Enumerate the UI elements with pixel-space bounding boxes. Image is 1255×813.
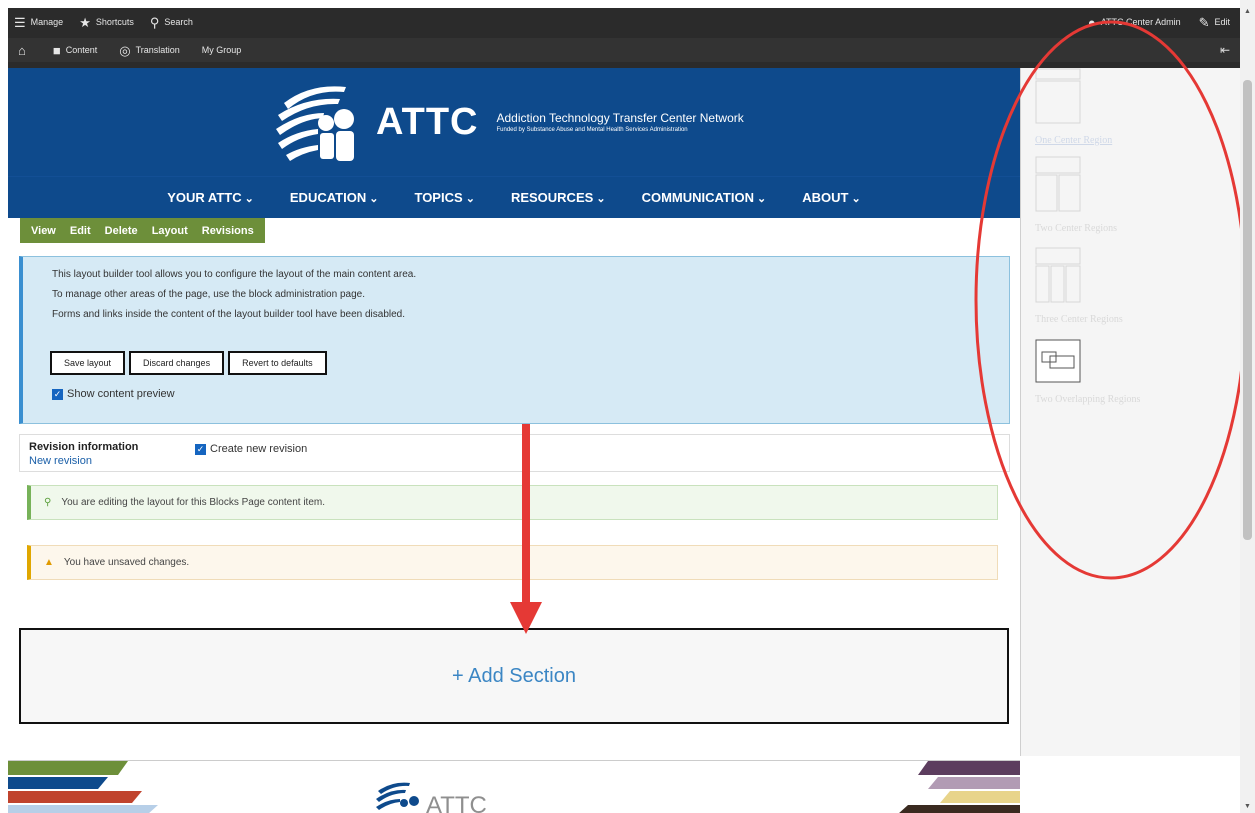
- info-line-2: To manage other areas of the page, use t…: [52, 289, 365, 300]
- toolbar-translation[interactable]: ◎ Translation: [119, 44, 180, 57]
- star-icon: ★: [79, 14, 91, 30]
- site-header: ATTC Addiction Technology Transfer Cente…: [8, 68, 1020, 218]
- revert-to-defaults-button[interactable]: Revert to defaults: [228, 351, 327, 375]
- toolbar-edit[interactable]: ✎ Edit: [1199, 16, 1230, 29]
- checkbox-checked-icon[interactable]: ✓: [195, 443, 206, 455]
- page-scrollbar[interactable]: ▲ ▼: [1240, 0, 1255, 813]
- toolbar-content[interactable]: ■ Content: [53, 44, 97, 57]
- info-line-3: Forms and links inside the content of th…: [52, 309, 405, 320]
- toolbar-search-label: Search: [164, 17, 193, 27]
- tab-edit[interactable]: Edit: [63, 218, 98, 243]
- site-footer: ATTC: [8, 760, 1020, 813]
- save-layout-button[interactable]: Save layout: [50, 351, 126, 375]
- layout-option-two-center[interactable]: Two Center Regions: [1035, 156, 1117, 234]
- tab-layout[interactable]: Layout: [145, 218, 195, 243]
- annotation-arrow: [510, 424, 542, 634]
- warning-icon: ▲: [44, 557, 54, 568]
- scroll-down-icon[interactable]: ▼: [1240, 799, 1255, 813]
- nav-topics[interactable]: TOPICS: [414, 190, 474, 205]
- pencil-icon: ✎: [1198, 14, 1210, 30]
- layout-option-one-center[interactable]: One Center Region: [1035, 68, 1112, 146]
- attc-logo-icon: [276, 86, 354, 161]
- scrollbar-thumb[interactable]: [1243, 80, 1252, 540]
- toolbar-user[interactable]: ● ATTC Center Admin: [1088, 16, 1181, 29]
- toolbar-tray: ⌂ ■ Content ◎ Translation My Group: [8, 38, 1240, 62]
- info-line-1: This layout builder tool allows you to c…: [52, 269, 417, 280]
- toolbar-top-row: ☰ Manage ★ Shortcuts ⚲ Search ● ATTC Cen…: [8, 8, 1240, 36]
- toolbar-translation-label: Translation: [135, 45, 180, 55]
- layout-option-two-overlapping[interactable]: Two Overlapping Regions: [1035, 339, 1140, 405]
- globe-icon: ◎: [119, 42, 131, 58]
- nav-education[interactable]: EDUCATION: [290, 190, 379, 205]
- status-message-text: You are editing the layout for this Bloc…: [61, 497, 326, 508]
- warning-message-text: You have unsaved changes.: [63, 557, 190, 568]
- toolbar-right: ● ATTC Center Admin ✎ Edit: [1070, 8, 1230, 36]
- file-icon: ■: [52, 42, 61, 58]
- site-title: Addiction Technology Transfer Center Net…: [496, 111, 744, 125]
- nav-about[interactable]: ABOUT: [802, 190, 861, 205]
- toolbar-manage-label: Manage: [30, 17, 64, 27]
- add-section-button[interactable]: + Add Section: [19, 628, 1009, 724]
- layout-actions: Save layout Discard changes Revert to de…: [50, 351, 331, 375]
- main-nav: YOUR ATTC EDUCATION TOPICS RESOURCES COM…: [8, 176, 1020, 218]
- toolbar-shortcuts-label: Shortcuts: [95, 17, 134, 27]
- site-subtitle: Funded by Substance Abuse and Mental Hea…: [496, 127, 688, 133]
- footer-stripes: ATTC: [8, 761, 1020, 813]
- tab-revisions[interactable]: Revisions: [195, 218, 261, 243]
- create-new-revision-toggle[interactable]: ✓ Create new revision: [195, 443, 307, 455]
- one-column-layout-icon: [1035, 68, 1081, 124]
- layout-option-label: Two Center Regions: [1035, 223, 1118, 234]
- tab-view[interactable]: View: [24, 218, 63, 243]
- toolbar-my-group[interactable]: My Group: [202, 45, 242, 55]
- layout-option-three-center[interactable]: Three Center Regions: [1035, 247, 1123, 325]
- tab-delete[interactable]: Delete: [98, 218, 145, 243]
- layout-chooser-panel: One Center Region Two Center Regions Thr…: [1020, 68, 1240, 756]
- nav-resources[interactable]: RESOURCES: [511, 190, 606, 205]
- layout-option-label: Three Center Regions: [1035, 314, 1123, 325]
- admin-toolbar: ☰ Manage ★ Shortcuts ⚲ Search ● ATTC Cen…: [8, 8, 1240, 68]
- show-content-preview-label: Show content preview: [67, 388, 175, 400]
- three-column-layout-icon: [1035, 247, 1081, 303]
- toolbar-home[interactable]: ⌂: [18, 44, 31, 57]
- layout-builder-message: This layout builder tool allows you to c…: [19, 256, 1010, 424]
- checkbox-checked-icon[interactable]: ✓: [52, 388, 63, 400]
- discard-changes-button[interactable]: Discard changes: [129, 351, 225, 375]
- overlapping-layout-icon: [1035, 339, 1081, 383]
- local-tasks-tabs: View Edit Delete Layout Revisions: [20, 218, 265, 243]
- new-revision-link[interactable]: New revision: [29, 455, 92, 467]
- collapse-toolbar-icon[interactable]: ⇤: [1220, 38, 1230, 62]
- add-section-label: + Add Section: [452, 664, 576, 687]
- logo-tagline: Addiction Technology Transfer Center Net…: [497, 111, 744, 133]
- nav-communication[interactable]: COMMUNICATION: [642, 190, 767, 205]
- toolbar-my-group-label: My Group: [201, 45, 242, 55]
- home-icon: ⌂: [18, 42, 26, 58]
- toolbar-edit-label: Edit: [1214, 17, 1230, 27]
- map-pin-icon: ⚲: [44, 497, 52, 508]
- toolbar-shortcuts[interactable]: ★ Shortcuts: [79, 16, 134, 29]
- show-content-preview-toggle[interactable]: ✓ Show content preview: [52, 388, 175, 400]
- footer-logo-text: ATTC: [426, 792, 487, 813]
- toolbar-manage[interactable]: ☰ Manage: [14, 16, 63, 29]
- toolbar-content-label: Content: [65, 45, 98, 55]
- site-logo[interactable]: ATTC Addiction Technology Transfer Cente…: [270, 68, 744, 176]
- toolbar-user-label: ATTC Center Admin: [1100, 17, 1181, 27]
- layout-option-label: One Center Region: [1035, 135, 1113, 146]
- logo-text: ATTC: [376, 100, 479, 143]
- layout-option-label: Two Overlapping Regions: [1035, 394, 1141, 405]
- nav-your-attc[interactable]: YOUR ATTC: [167, 190, 254, 205]
- two-column-layout-icon: [1035, 156, 1081, 212]
- toolbar-search[interactable]: ⚲ Search: [150, 16, 193, 29]
- user-icon: ●: [1087, 14, 1096, 30]
- search-icon: ⚲: [149, 14, 160, 30]
- menu-icon: ☰: [14, 14, 26, 30]
- scroll-up-icon[interactable]: ▲: [1240, 4, 1255, 18]
- create-new-revision-label: Create new revision: [210, 443, 308, 455]
- revision-title: Revision information: [29, 441, 139, 453]
